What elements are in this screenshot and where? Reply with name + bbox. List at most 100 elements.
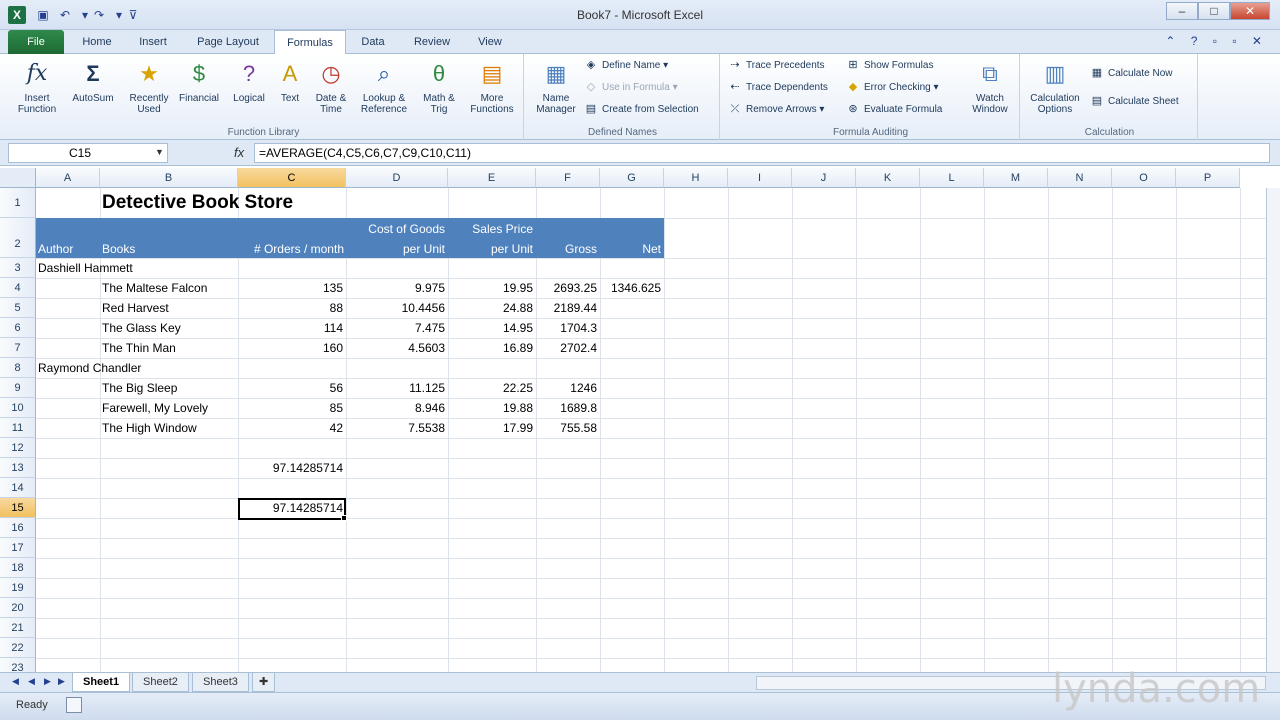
price-cell[interactable]: 19.88 (448, 398, 536, 418)
date-time-button[interactable]: ◷ Date & Time (308, 58, 354, 115)
orders-cell[interactable]: 42 (238, 418, 346, 438)
book-title-cell[interactable]: Red Harvest (102, 298, 169, 318)
header-price-line2[interactable]: per Unit (448, 242, 533, 256)
row-header-21[interactable]: 21 (0, 618, 36, 638)
gross-cell[interactable]: 1704.3 (536, 318, 600, 338)
sheet-tab-sheet2[interactable]: Sheet2 (132, 673, 189, 692)
tab-page-layout[interactable]: Page Layout (186, 30, 270, 54)
gross-cell[interactable]: 1689.8 (536, 398, 600, 418)
row-header-7[interactable]: 7 (0, 338, 36, 358)
gross-cell[interactable]: 1246 (536, 378, 600, 398)
row-header-1[interactable]: 1 (0, 188, 36, 218)
tab-view[interactable]: View (468, 30, 512, 54)
minimize-button[interactable]: – (1166, 2, 1198, 20)
row-header-9[interactable]: 9 (0, 378, 36, 398)
name-manager-button[interactable]: ▦ Name Manager (532, 58, 580, 115)
define-name-button[interactable]: ◈ Define Name ▾ (584, 56, 668, 76)
column-header-l[interactable]: L (920, 168, 984, 188)
book-title-cell[interactable]: The Big Sleep (102, 378, 177, 398)
header-gross[interactable]: Gross (536, 242, 597, 256)
close-button[interactable]: ✕ (1230, 2, 1270, 20)
logical-button[interactable]: ? Logical (226, 58, 272, 104)
last-sheet-arrow-icon[interactable]: ▶ (58, 676, 65, 687)
trace-dependents-button[interactable]: ⇠ Trace Dependents (728, 78, 828, 98)
column-header-e[interactable]: E (448, 168, 536, 188)
row-header-2[interactable]: 2 (0, 218, 36, 258)
cogs-cell[interactable]: 7.5538 (346, 418, 448, 438)
cogs-cell[interactable]: 9.975 (346, 278, 448, 298)
price-cell[interactable]: 14.95 (448, 318, 536, 338)
orders-cell[interactable]: 135 (238, 278, 346, 298)
cogs-cell[interactable]: 8.946 (346, 398, 448, 418)
error-checking-button[interactable]: ◆ Error Checking ▾ (846, 78, 939, 98)
help-icon[interactable]: ⌃ ? ▫ ▫ ✕ (1165, 34, 1268, 48)
autosum-button[interactable]: Σ AutoSum (70, 58, 116, 104)
book-title-cell[interactable]: The Thin Man (102, 338, 176, 358)
column-header-k[interactable]: K (856, 168, 920, 188)
column-header-a[interactable]: A (36, 168, 100, 188)
calculate-sheet-button[interactable]: ▤ Calculate Sheet (1090, 92, 1179, 112)
row-header-12[interactable]: 12 (0, 438, 36, 458)
tab-review[interactable]: Review (404, 30, 460, 54)
calculation-options-button[interactable]: ▥ Calculation Options (1026, 58, 1084, 115)
header-net[interactable]: Net (600, 242, 661, 256)
column-header-i[interactable]: I (728, 168, 792, 188)
row-header-16[interactable]: 16 (0, 518, 36, 538)
financial-button[interactable]: $ Financial (176, 58, 222, 104)
tab-formulas[interactable]: Formulas (274, 30, 346, 55)
header-orders[interactable]: # Orders / month (238, 242, 344, 256)
row-header-4[interactable]: 4 (0, 278, 36, 298)
price-cell[interactable]: 17.99 (448, 418, 536, 438)
row-header-23[interactable]: 23 (0, 658, 36, 672)
text-button[interactable]: A Text (270, 58, 310, 104)
gross-cell[interactable]: 2189.44 (536, 298, 600, 318)
recently-used-button[interactable]: ★ Recently Used (126, 58, 172, 115)
net-cell[interactable]: 1346.625 (600, 278, 664, 298)
insert-sheet-icon[interactable]: ✚ (252, 673, 276, 692)
cogs-cell[interactable]: 10.4456 (346, 298, 448, 318)
sheet-tab-sheet1[interactable]: Sheet1 (72, 673, 131, 692)
maximize-button[interactable]: □ (1198, 2, 1230, 20)
use-in-formula-button[interactable]: ◇ Use in Formula ▾ (584, 78, 678, 98)
formula-input[interactable]: =AVERAGE(C4,C5,C6,C7,C9,C10,C11) (254, 143, 1270, 163)
sheet-title[interactable]: Detective Book Store (102, 188, 293, 218)
tab-file[interactable]: File (8, 30, 64, 54)
average-cell-c13[interactable]: 97.14285714 (238, 458, 346, 478)
column-header-h[interactable]: H (664, 168, 728, 188)
calculate-now-button[interactable]: ▦ Calculate Now (1090, 64, 1173, 84)
gross-cell[interactable]: 2693.25 (536, 278, 600, 298)
orders-cell[interactable]: 56 (238, 378, 346, 398)
header-cogs-line1[interactable]: Cost of Goods (346, 222, 445, 236)
row-header-8[interactable]: 8 (0, 358, 36, 378)
evaluate-formula-button[interactable]: ⊛ Evaluate Formula (846, 100, 942, 120)
column-header-b[interactable]: B (100, 168, 238, 188)
price-cell[interactable]: 24.88 (448, 298, 536, 318)
book-title-cell[interactable]: Farewell, My Lovely (102, 398, 208, 418)
next-sheet-arrow-icon[interactable]: ▶ (44, 676, 51, 687)
column-header-g[interactable]: G (600, 168, 664, 188)
active-cell-border[interactable] (238, 498, 346, 520)
cogs-cell[interactable]: 7.475 (346, 318, 448, 338)
row-header-5[interactable]: 5 (0, 298, 36, 318)
header-price-line1[interactable]: Sales Price (448, 222, 533, 236)
watch-window-button[interactable]: ⧉ Watch Window (966, 58, 1014, 115)
row-header-17[interactable]: 17 (0, 538, 36, 558)
row-header-13[interactable]: 13 (0, 458, 36, 478)
gross-cell[interactable]: 2702.4 (536, 338, 600, 358)
row-header-3[interactable]: 3 (0, 258, 36, 278)
vertical-scrollbar[interactable] (1266, 188, 1280, 672)
row-header-20[interactable]: 20 (0, 598, 36, 618)
price-cell[interactable]: 22.25 (448, 378, 536, 398)
author-cell[interactable]: Dashiell Hammett (38, 258, 133, 278)
cogs-cell[interactable]: 11.125 (346, 378, 448, 398)
lookup-reference-button[interactable]: ⌕ Lookup & Reference (354, 58, 414, 115)
column-header-j[interactable]: J (792, 168, 856, 188)
column-header-f[interactable]: F (536, 168, 600, 188)
column-header-m[interactable]: M (984, 168, 1048, 188)
book-title-cell[interactable]: The Glass Key (102, 318, 181, 338)
book-title-cell[interactable]: The Maltese Falcon (102, 278, 207, 298)
tab-insert[interactable]: Insert (128, 30, 178, 54)
row-header-11[interactable]: 11 (0, 418, 36, 438)
column-header-n[interactable]: N (1048, 168, 1112, 188)
row-header-14[interactable]: 14 (0, 478, 36, 498)
